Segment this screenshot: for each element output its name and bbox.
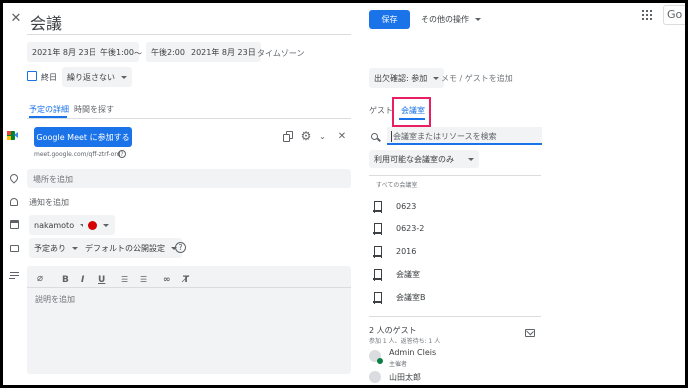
accepted-check-icon [377,358,383,364]
end-date-field[interactable]: 2021年 8月 23日 [186,42,261,62]
briefcase-icon [9,242,19,252]
join-meet-button[interactable]: Google Meet に参加する [34,127,132,147]
door-icon [373,245,382,258]
calendar-icon [9,219,19,229]
room-item[interactable]: 0623 [373,196,416,216]
guest-name: 山田太郎 [389,373,421,382]
visibility-help-icon[interactable]: ? [175,242,186,253]
event-title-input[interactable]: 会議 [27,7,351,35]
timezone-link[interactable]: タイムゾーン [257,48,304,59]
color-swatch [88,220,97,230]
room-item[interactable]: 会議室B [373,287,426,307]
underline-icon[interactable]: U [98,275,105,285]
event-color-dropdown[interactable] [83,215,115,235]
chevron-down-icon[interactable]: ⌄ [318,132,327,141]
close-icon[interactable]: ✕ [9,11,23,26]
description-icon [9,271,19,280]
chevron-down-icon [475,18,481,21]
room-item[interactable]: 0623-2 [373,218,424,238]
event-title: 会議 [30,14,63,33]
end-time-field[interactable]: 午後2:00 [146,42,190,62]
availability-dropdown[interactable]: 予定あり [29,238,83,258]
room-search-input[interactable]: 会議室またはリソースを検索 [387,127,542,145]
search-icon [371,133,381,142]
tab-guests[interactable]: ゲスト [369,105,393,116]
add-note-link[interactable]: メモ / ゲストを追加 [441,73,513,84]
chevron-down-icon [72,246,78,250]
bold-icon[interactable]: B [62,275,69,285]
door-icon [373,200,382,213]
chevron-down-icon [468,157,474,161]
chevron-down-icon [433,76,440,80]
bulleted-list-icon[interactable]: ☰ [140,275,147,284]
visibility-dropdown[interactable]: デフォルトの公開設定 [80,238,182,258]
door-icon [373,291,382,304]
start-time-field[interactable]: 午後1:00 [95,42,139,62]
email-guests-icon[interactable] [525,327,535,337]
room-item[interactable]: 会議室 [373,264,420,284]
event-edit-screen: ✕ 会議 保存 その他の操作 Go 2021年 8月 23日 午後1:00 〜 … [3,3,685,385]
all-rooms-label: すべての会議室 [376,182,418,189]
tab-find-time[interactable]: 時間を探す [74,104,114,115]
save-button[interactable]: 保存 [369,10,410,29]
rsvp-dropdown[interactable]: 出欠確認: 参加 [369,68,445,88]
add-notification-link[interactable]: 通知を追加 [29,197,69,208]
account-logo[interactable]: Go [663,5,685,25]
guest-summary: 参加 1 人、返答待ち: 1 人 [369,338,441,345]
location-input[interactable]: 場所を追加 [27,169,351,188]
tab-rooms[interactable]: 会議室 [401,105,425,116]
more-actions-dropdown[interactable]: その他の操作 [416,10,486,29]
gear-icon[interactable]: ⚙ [300,129,312,143]
all-day-label: 終日 [41,73,57,82]
door-icon [373,222,382,235]
calendar-owner-dropdown[interactable]: nakamoto [29,215,92,235]
meet-link[interactable]: meet.google.com/qff-ztrf-ord [34,151,121,158]
avatar [369,371,381,383]
italic-icon[interactable]: I [81,275,84,285]
remove-meet-icon[interactable]: ✕ [337,131,347,142]
guest-name: Admin Cleis [389,348,437,357]
time-separator: 〜 [134,49,142,58]
help-icon[interactable]: ? [118,150,126,158]
chevron-down-icon [121,75,127,79]
active-tab-indicator [399,118,425,120]
filter-divider [369,175,541,176]
location-pin-icon [8,172,20,184]
all-day-checkbox[interactable] [27,71,37,81]
numbered-list-icon[interactable]: ☰ [121,275,128,284]
apps-grid-icon[interactable] [642,10,652,20]
tab-divider [27,118,351,119]
meet-icon [7,131,18,140]
repeat-dropdown[interactable]: 繰り返さない [62,67,132,87]
chevron-down-icon [103,223,109,227]
start-date-field[interactable]: 2021年 8月 23日 [27,42,102,62]
bell-icon [9,196,19,207]
guest-role: 主催者 [389,361,408,368]
guest-row[interactable]: Admin Cleis 主催者 [367,348,541,368]
toolbar-divider [27,287,351,288]
tab-event-details[interactable]: 予定の詳細 [29,104,69,115]
guest-row[interactable]: 山田太郎 [367,369,541,385]
attachment-icon[interactable]: ⌀ [36,273,44,284]
copy-icon[interactable] [283,131,294,142]
room-item[interactable]: 2016 [373,241,416,261]
room-filter-dropdown[interactable]: 利用可能な会議室のみ [369,150,479,168]
guest-count-heading: 2 人のゲスト [369,326,417,335]
clear-format-icon[interactable]: T̸ [183,275,189,285]
door-icon [373,268,382,281]
link-icon[interactable]: ∞ [163,275,171,285]
rooms-divider [369,316,541,317]
